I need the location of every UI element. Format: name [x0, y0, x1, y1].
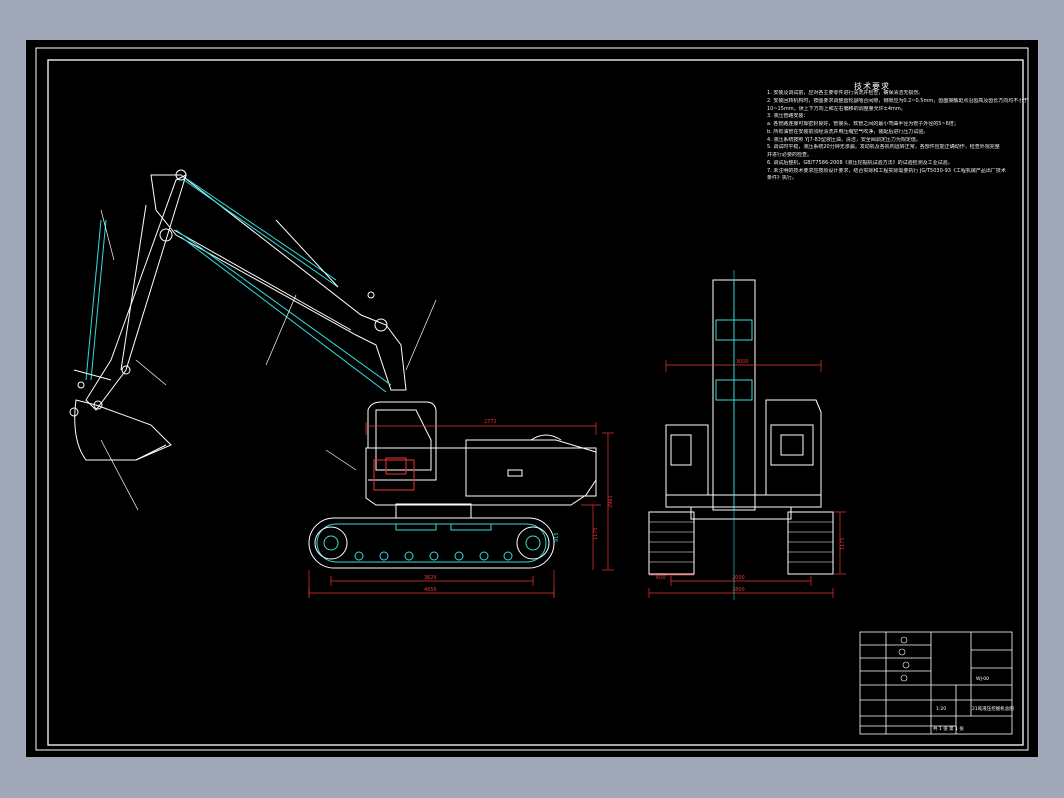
requirement-line: a. 各管路连接可靠密封良好，管接头、软管之间的最小弯曲半径为管子外径的5~6倍…: [767, 121, 959, 127]
requirement-line: 4. 液压系统按照 YJ7-83型液压油，清洁，安全阀调定压力为规定值。: [767, 136, 921, 143]
dim-side-height-total: 2961: [608, 495, 614, 508]
dim-side-overall-len: 4656: [424, 587, 437, 593]
requirement-line: b. 所有油管在安装前须经清洗并用压缩空气吹净，装配后进行压力试验。: [767, 128, 929, 135]
requirement-line: 7. 未注明的技术要求应按原设计要求，结合实际和工程实际需要执行 JG/T503…: [767, 167, 1006, 174]
title-block-stamps: [898, 636, 910, 682]
dim-front-ground: 1175: [840, 537, 846, 550]
dim-front-shoe-width: 600: [656, 575, 666, 581]
dim-front-height: 3000: [736, 359, 749, 365]
dim-side-height-cab: 1175: [593, 527, 599, 540]
title-block-sheet: 共 1 张 第 1 张: [933, 725, 964, 732]
dim-side-track-height: 915: [554, 532, 560, 542]
requirements-list: 1. 安装及调试前，应对各主要零件进行清洗并检查，确保清洁无损伤。 2. 安装回转…: [767, 90, 1032, 183]
requirement-line: 条件》执行。: [767, 175, 798, 182]
requirement-line: 3. 液压管路安装：: [767, 113, 809, 120]
dim-front-overall-width: 2800: [732, 587, 745, 593]
dim-side-top-width: 2772: [484, 419, 497, 425]
dim-side-track-len: 3626: [424, 575, 437, 581]
side-view: [69, 169, 597, 569]
requirement-line: 2. 安装回转机构时，按图要求调整齿轮副啮合间隙，侧隙应为0.2~0.5mm，齿…: [767, 97, 1029, 104]
requirement-line: 1. 安装及调试前，应对各主要零件进行清洗并检查，确保清洁无损伤。: [767, 90, 924, 96]
front-view: [648, 279, 834, 575]
drawing-sheet: 2772 2961 1175 915 3626 4656 3000 2000 2…: [26, 40, 1038, 757]
title-block-drawing-no: WJ-00: [976, 676, 989, 682]
title-block: [859, 631, 1013, 735]
dim-front-track-gauge: 2000: [732, 575, 745, 581]
requirement-line: 10~15mm，误上下方向上和左右偏移的调整量允许±4mm。: [767, 105, 906, 112]
requirement-line: 并进行必要的检查。: [767, 152, 813, 158]
title-block-scale: 1:20: [936, 706, 946, 712]
requirement-line: 6. 调试后整机，GB/T7586-2008《液压挖掘机试验方法》的试验检测及工…: [767, 159, 953, 166]
requirement-line: 5. 调试时平稳，液压系统20分钟无渗漏，发动机及各机构运转正常，各部件应能正确…: [767, 144, 1000, 151]
title-block-name: 21吨液压挖掘机总图: [972, 705, 1014, 712]
